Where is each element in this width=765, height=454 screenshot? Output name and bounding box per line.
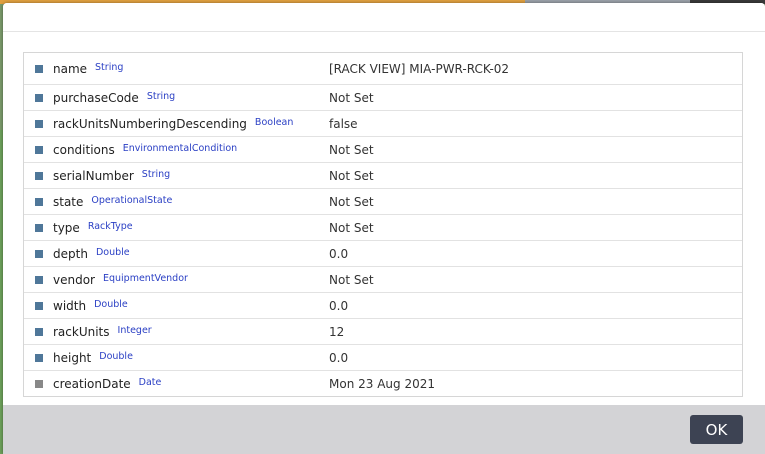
ok-button[interactable]: OK bbox=[690, 415, 743, 444]
property-value: Not Set bbox=[329, 90, 374, 105]
bullet-icon bbox=[35, 93, 43, 102]
bullet-icon bbox=[35, 197, 43, 206]
property-type: RackType bbox=[87, 220, 133, 232]
property-type: String bbox=[146, 90, 176, 102]
property-type: Boolean bbox=[254, 116, 294, 128]
bullet-icon bbox=[35, 223, 43, 232]
property-type: String bbox=[95, 61, 124, 73]
property-name: height Double bbox=[53, 350, 133, 365]
property-type: Date bbox=[138, 376, 162, 388]
property-row-width: width Double 0.0 bbox=[24, 293, 742, 319]
properties-table: name String [RACK VIEW] MIA-PWR-RCK-02 pu… bbox=[23, 52, 743, 397]
property-name: rackUnitsNumberingDescending Boolean bbox=[53, 116, 294, 131]
property-row-rackunitsnumberingdescending: rackUnitsNumberingDescending Boolean fals… bbox=[24, 111, 742, 137]
property-name: conditions EnvironmentalCondition bbox=[53, 142, 238, 157]
property-value: false bbox=[329, 116, 358, 131]
bullet-icon bbox=[35, 379, 43, 388]
property-type: Double bbox=[94, 298, 128, 310]
property-name: vendor EquipmentVendor bbox=[53, 272, 188, 287]
property-type: Double bbox=[95, 246, 130, 258]
property-value: Not Set bbox=[329, 168, 374, 183]
bullet-icon bbox=[35, 275, 43, 284]
property-name: type RackType bbox=[53, 220, 133, 235]
property-value: 0.0 bbox=[329, 246, 349, 261]
property-type: OperationalState bbox=[91, 194, 173, 206]
property-row-depth: depth Double 0.0 bbox=[24, 241, 742, 267]
property-row-conditions: conditions EnvironmentalCondition Not Set bbox=[24, 137, 742, 163]
property-name: width Double bbox=[53, 298, 128, 313]
dialog-header bbox=[3, 3, 765, 32]
property-name: name String bbox=[53, 61, 124, 76]
property-name: depth Double bbox=[53, 246, 130, 261]
property-value: 0.0 bbox=[329, 350, 349, 365]
property-name: rackUnits Integer bbox=[53, 324, 152, 339]
property-name: serialNumber String bbox=[53, 168, 171, 183]
properties-dialog: name String [RACK VIEW] MIA-PWR-RCK-02 pu… bbox=[3, 3, 765, 454]
property-value: Not Set bbox=[329, 194, 374, 209]
property-value: Not Set bbox=[329, 142, 374, 157]
property-row-creationdate: creationDate Date Mon 23 Aug 2021 bbox=[24, 371, 742, 396]
property-value: 0.0 bbox=[329, 298, 349, 313]
property-row-type: type RackType Not Set bbox=[24, 215, 742, 241]
property-row-purchasecode: purchaseCode String Not Set bbox=[24, 85, 742, 111]
property-value: [RACK VIEW] MIA-PWR-RCK-02 bbox=[329, 61, 510, 76]
property-row-state: state OperationalState Not Set bbox=[24, 189, 742, 215]
bullet-icon bbox=[35, 249, 43, 258]
property-type: EquipmentVendor bbox=[102, 272, 188, 284]
property-value: Mon 23 Aug 2021 bbox=[329, 376, 435, 391]
property-row-name: name String [RACK VIEW] MIA-PWR-RCK-02 bbox=[24, 53, 742, 85]
property-row-vendor: vendor EquipmentVendor Not Set bbox=[24, 267, 742, 293]
property-name: state OperationalState bbox=[53, 194, 173, 209]
bullet-icon bbox=[35, 171, 43, 180]
property-name: purchaseCode String bbox=[53, 90, 176, 105]
bullet-icon bbox=[35, 353, 43, 362]
property-row-serialnumber: serialNumber String Not Set bbox=[24, 163, 742, 189]
property-name: creationDate Date bbox=[53, 376, 162, 391]
property-value: Not Set bbox=[329, 220, 374, 235]
property-value: Not Set bbox=[329, 272, 374, 287]
property-type: Integer bbox=[117, 324, 152, 336]
property-row-rackunits: rackUnits Integer 12 bbox=[24, 319, 742, 345]
bullet-icon bbox=[35, 119, 43, 128]
property-type: Double bbox=[99, 350, 133, 362]
property-value: 12 bbox=[329, 324, 345, 339]
bullet-icon bbox=[35, 64, 43, 73]
property-type: EnvironmentalCondition bbox=[122, 142, 238, 154]
dialog-footer: OK bbox=[3, 405, 765, 454]
property-row-height: height Double 0.0 bbox=[24, 345, 742, 371]
bullet-icon bbox=[35, 327, 43, 336]
bullet-icon bbox=[35, 301, 43, 310]
bullet-icon bbox=[35, 145, 43, 154]
property-type: String bbox=[141, 168, 171, 180]
